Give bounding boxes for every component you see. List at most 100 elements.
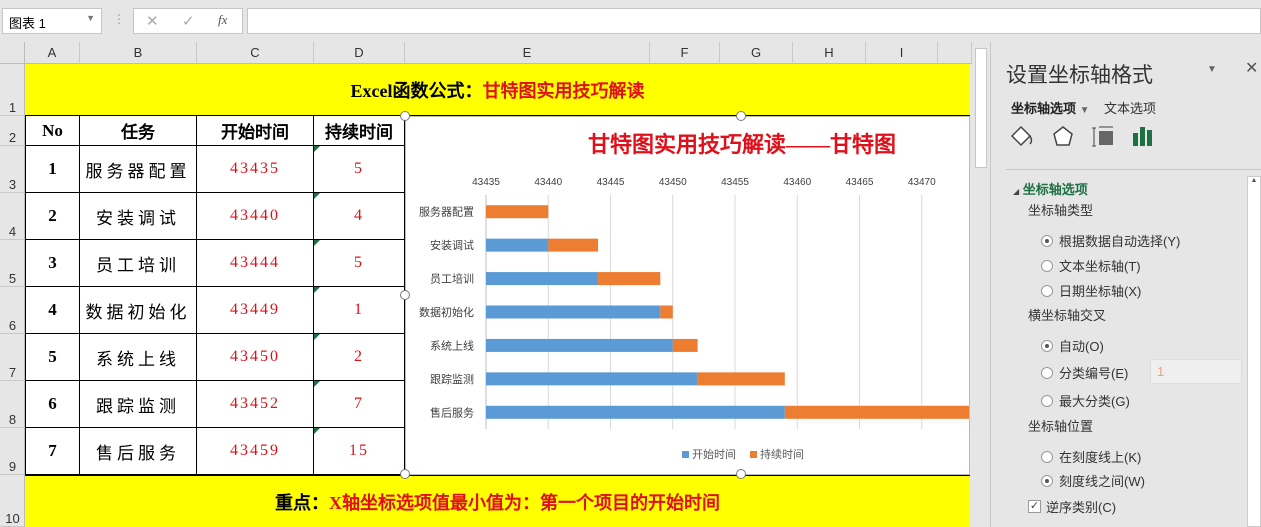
axis-options-icon[interactable] (1131, 124, 1155, 148)
radio-auto-select[interactable]: 根据数据自动选择(Y) (1041, 231, 1180, 250)
table-cell-start[interactable]: 43435 (197, 146, 314, 193)
pane-scrollbar[interactable]: ▲ (1247, 176, 1261, 527)
select-all-button[interactable] (0, 42, 25, 64)
tab-axis-options[interactable]: 坐标轴选项 ▼ (1011, 98, 1090, 117)
table-cell-task[interactable]: 系统上线 (80, 334, 197, 381)
row-header-5[interactable]: 5 (0, 240, 25, 287)
formula-input[interactable] (247, 8, 1261, 34)
table-cell-start[interactable]: 43452 (197, 381, 314, 428)
close-icon[interactable]: ✕ (1245, 58, 1258, 78)
column-header-extra[interactable] (938, 42, 972, 64)
row-header-8[interactable]: 8 (0, 381, 25, 428)
radio-category-number[interactable]: 分类编号(E) (1041, 363, 1128, 382)
pane-options-icon[interactable]: ▼ (1207, 64, 1217, 75)
x-tick-label: 43445 (597, 177, 625, 188)
name-box[interactable]: 图表 1 ▼ (2, 8, 102, 34)
table-cell-task[interactable]: 数据初始化 (80, 287, 197, 334)
checkbox-checked-icon[interactable]: ✓ (1028, 500, 1041, 513)
effects-icon[interactable] (1051, 124, 1075, 148)
column-header-A[interactable]: A (25, 42, 80, 64)
enter-icon[interactable]: ✓ (182, 12, 195, 30)
resize-handle[interactable] (736, 469, 746, 479)
radio[interactable] (1041, 474, 1053, 487)
table-cell-no[interactable]: 3 (25, 240, 80, 287)
table-cell-start[interactable]: 43444 (197, 240, 314, 287)
table-cell-no[interactable]: 5 (25, 334, 80, 381)
table-cell-dur[interactable]: 5 (314, 240, 405, 287)
row-header-4[interactable]: 4 (0, 193, 25, 240)
table-cell-no[interactable]: 1 (25, 146, 80, 193)
header-cell[interactable]: 持续时间 (314, 116, 405, 146)
header-cell[interactable]: 开始时间 (197, 116, 314, 146)
radio-cross-auto[interactable]: 自动(O) (1041, 336, 1104, 355)
table-cell-task[interactable]: 跟踪监测 (80, 381, 197, 428)
function-icon[interactable]: fx (218, 12, 227, 28)
column-header-F[interactable]: F (650, 42, 720, 64)
resize-handle[interactable] (400, 111, 410, 121)
column-header-I[interactable]: I (866, 42, 938, 64)
tab-text-options[interactable]: 文本选项 (1104, 98, 1156, 117)
row-header-9[interactable]: 9 (0, 428, 25, 475)
gantt-chart[interactable]: 甘特图实用技巧解读——甘特图 43435 43440 43445 43450 43455 4… (405, 116, 970, 475)
table-cell-task[interactable]: 服务器配置 (80, 146, 197, 193)
radio-date-axis[interactable]: 日期坐标轴(X) (1041, 281, 1141, 300)
table-cell-dur[interactable]: 1 (314, 287, 405, 334)
scroll-thumb[interactable] (975, 48, 987, 168)
row-header-1[interactable]: 1 (0, 64, 25, 116)
table-cell-no[interactable]: 6 (25, 381, 80, 428)
radio[interactable] (1041, 450, 1053, 463)
column-header-D[interactable]: D (314, 42, 405, 64)
column-header-G[interactable]: G (720, 42, 793, 64)
table-cell-no[interactable]: 7 (25, 428, 80, 475)
table-cell-start[interactable]: 43449 (197, 287, 314, 334)
reverse-categories-checkbox[interactable]: ✓ 逆序类别(C) (1028, 497, 1116, 516)
column-header-B[interactable]: B (80, 42, 197, 64)
table-cell-no[interactable]: 2 (25, 193, 80, 240)
row-header-2[interactable]: 2 (0, 116, 25, 146)
resize-handle[interactable] (400, 469, 410, 479)
radio-between-tick-marks[interactable]: 刻度线之间(W) (1041, 471, 1145, 490)
note-cell[interactable]: 重点： X轴坐标选项值最小值为：第一个项目的开始时间 (25, 475, 970, 527)
table-cell-task[interactable]: 售后服务 (80, 428, 197, 475)
table-cell-task[interactable]: 安装调试 (80, 193, 197, 240)
column-header-C[interactable]: C (197, 42, 314, 64)
row-header-7[interactable]: 7 (0, 334, 25, 381)
table-cell-dur[interactable]: 15 (314, 428, 405, 475)
radio-text-axis[interactable]: 文本坐标轴(T) (1041, 256, 1141, 275)
radio[interactable] (1041, 234, 1053, 247)
title-cell[interactable]: Excel函数公式： 甘特图实用技巧解读 (25, 64, 970, 116)
fill-line-icon[interactable] (1009, 124, 1035, 148)
resize-handle[interactable] (736, 111, 746, 121)
table-cell-dur[interactable]: 2 (314, 334, 405, 381)
header-cell[interactable]: No (25, 116, 80, 146)
table-cell-start[interactable]: 43459 (197, 428, 314, 475)
column-header-E[interactable]: E (405, 42, 650, 64)
row-header-10[interactable]: 10 (0, 475, 25, 527)
table-cell-dur[interactable]: 7 (314, 381, 405, 428)
row-header-3[interactable]: 3 (0, 146, 25, 193)
cancel-icon[interactable]: ✕ (146, 12, 159, 30)
radio-max-category[interactable]: 最大分类(G) (1041, 391, 1130, 410)
scroll-up-icon[interactable]: ▲ (1248, 177, 1260, 184)
radio[interactable] (1041, 284, 1053, 297)
vertical-scrollbar[interactable] (972, 42, 990, 527)
table-cell-task[interactable]: 员工培训 (80, 240, 197, 287)
table-cell-start[interactable]: 43440 (197, 193, 314, 240)
column-header-H[interactable]: H (793, 42, 866, 64)
table-cell-no[interactable]: 4 (25, 287, 80, 334)
table-cell-dur[interactable]: 5 (314, 146, 405, 193)
radio[interactable] (1041, 366, 1053, 379)
radio[interactable] (1041, 339, 1053, 352)
radio[interactable] (1041, 394, 1053, 407)
row-header-6[interactable]: 6 (0, 287, 25, 334)
table-cell-start[interactable]: 43450 (197, 334, 314, 381)
radio-on-tick-marks[interactable]: 在刻度线上(K) (1041, 447, 1141, 466)
chevron-down-icon[interactable]: ▼ (86, 13, 95, 23)
table-cell-dur[interactable]: 4 (314, 193, 405, 240)
section-axis-options[interactable]: ◢ 坐标轴选项 (1013, 179, 1088, 198)
radio[interactable] (1041, 259, 1053, 272)
category-number-input[interactable]: 1 (1150, 359, 1242, 384)
size-properties-icon[interactable] (1091, 124, 1115, 148)
resize-handle[interactable] (400, 290, 410, 300)
header-cell[interactable]: 任务 (80, 116, 197, 146)
